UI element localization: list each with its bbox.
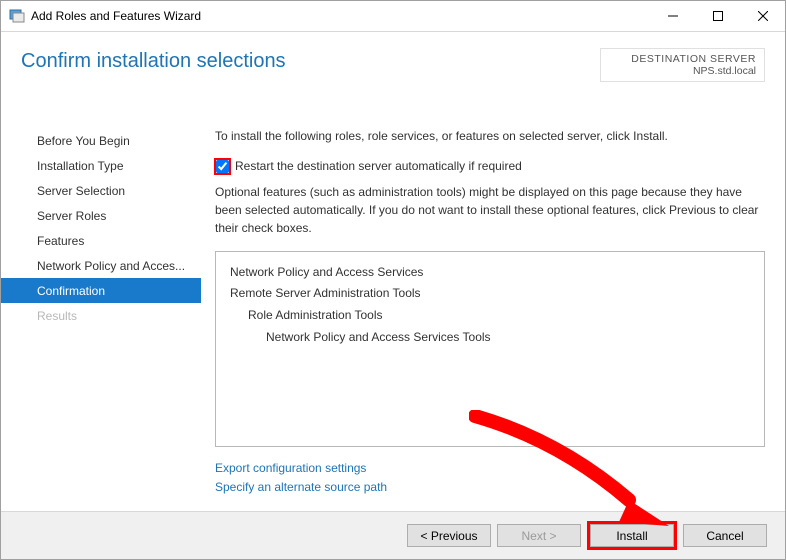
previous-button[interactable]: < Previous [407,524,491,547]
close-button[interactable] [740,1,785,30]
list-item: Network Policy and Access Services [230,262,750,284]
sidebar-item-installation-type[interactable]: Installation Type [21,153,201,178]
app-icon [9,8,25,24]
sidebar-item-results: Results [21,303,201,328]
next-button: Next > [497,524,581,547]
sidebar-item-server-selection[interactable]: Server Selection [21,178,201,203]
list-item: Role Administration Tools [230,305,750,327]
annotation-highlight-checkbox [214,158,231,175]
optional-features-note: Optional features (such as administratio… [215,183,765,237]
wizard-footer: < Previous Next > Install Cancel [1,511,785,559]
sidebar-item-before-you-begin[interactable]: Before You Begin [21,128,201,153]
cancel-button[interactable]: Cancel [683,524,767,547]
wizard-steps-sidebar: Before You Begin Installation Type Serve… [1,128,201,511]
title-bar: Add Roles and Features Wizard [1,1,785,31]
instruction-text: To install the following roles, role ser… [215,128,765,145]
minimize-button[interactable] [650,1,695,30]
sidebar-item-confirmation[interactable]: Confirmation [1,278,201,303]
maximize-button[interactable] [695,1,740,30]
export-config-link[interactable]: Export configuration settings [215,459,765,478]
sidebar-item-server-roles[interactable]: Server Roles [21,203,201,228]
destination-server-name: NPS.std.local [631,65,756,77]
sidebar-item-network-policy[interactable]: Network Policy and Acces... [21,253,201,278]
selections-list: Network Policy and Access Services Remot… [215,251,765,447]
destination-server-label: DESTINATION SERVER [631,53,756,65]
destination-server-box: DESTINATION SERVER NPS.std.local [600,48,765,82]
restart-automatically-label[interactable]: Restart the destination server automatic… [235,159,522,173]
specify-source-link[interactable]: Specify an alternate source path [215,478,765,497]
window-title: Add Roles and Features Wizard [31,9,201,23]
restart-automatically-checkbox[interactable] [216,160,229,173]
install-button[interactable]: Install [590,524,674,547]
list-item: Network Policy and Access Services Tools [230,327,750,349]
window-controls [650,1,785,30]
sidebar-item-features[interactable]: Features [21,228,201,253]
annotation-highlight-install: Install [587,521,677,550]
list-item: Remote Server Administration Tools [230,283,750,305]
